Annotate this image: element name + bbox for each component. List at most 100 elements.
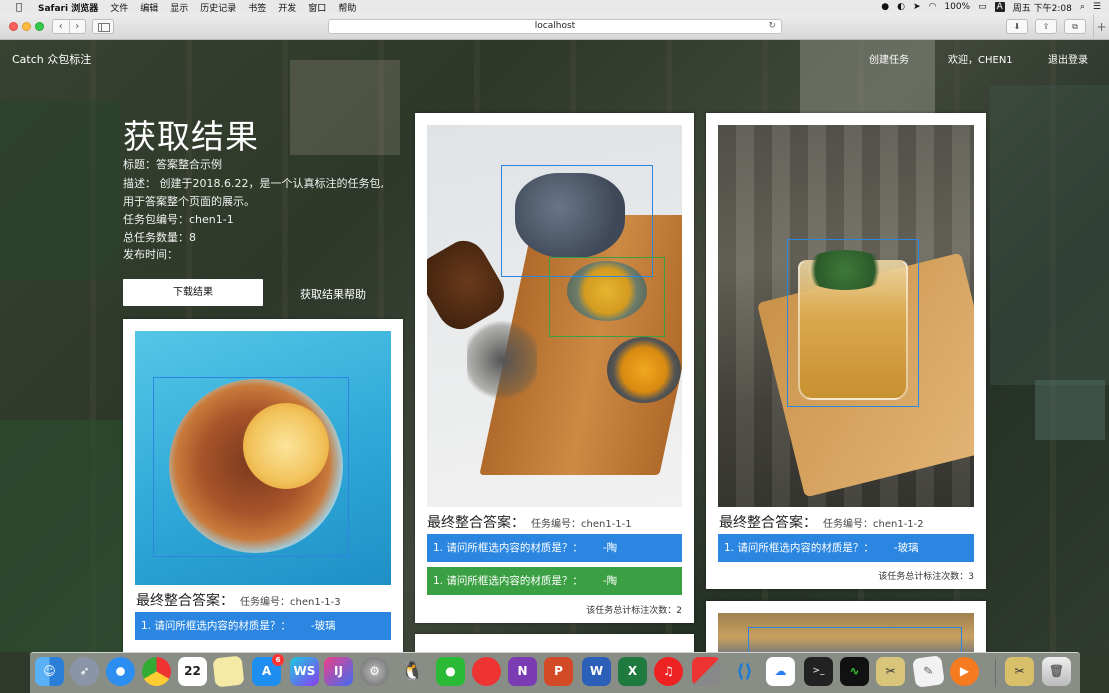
teacup-bottom: [607, 337, 681, 403]
annotation-box[interactable]: [549, 257, 665, 337]
window-minimize-button[interactable]: [22, 22, 31, 31]
apple-menu-icon[interactable]: : [12, 2, 26, 13]
answer-row[interactable]: 1. 请问所框选内容的材质是？： -玻璃: [718, 534, 974, 562]
downloads-icon[interactable]: ⬇: [1006, 19, 1028, 34]
dock-separator: [995, 659, 996, 687]
search-icon[interactable]: ⌕: [1080, 2, 1085, 12]
notes-icon[interactable]: [212, 655, 245, 688]
textedit-icon[interactable]: ✎: [912, 655, 945, 688]
menu-help[interactable]: 帮助: [338, 1, 356, 14]
location-icon[interactable]: ➤: [913, 2, 921, 12]
answer-row[interactable]: 1. 请问所框选内容的材质是？： -陶: [427, 567, 682, 595]
wifi-icon[interactable]: ◠: [929, 2, 937, 12]
menu-bookmarks[interactable]: 书签: [248, 1, 266, 14]
share-icon[interactable]: ⇪: [1035, 19, 1057, 34]
parallels-icon[interactable]: [692, 657, 721, 686]
input-source-icon[interactable]: A: [994, 2, 1005, 12]
netease-music-icon[interactable]: ♫: [654, 657, 683, 686]
word-icon[interactable]: W: [582, 657, 611, 686]
answer-question: 1. 请问所框选内容的材质是？：: [724, 542, 874, 554]
answer-question: 1. 请问所框选内容的材质是？：: [141, 620, 291, 632]
download-results-button[interactable]: 下载结果: [123, 279, 263, 306]
mac-dock: ☺ ➶ 22 A6 WS IJ ⚙ 🐧 ● N P W X ♫ ⟨⟩ ☁ >_ …: [30, 652, 1080, 693]
paw-icon[interactable]: [472, 657, 501, 686]
total-tasks: 总任务数量：8: [123, 231, 196, 244]
result-card-partial[interactable]: [415, 634, 694, 652]
baidu-netdisk-icon[interactable]: ☁: [766, 657, 795, 686]
site-brand[interactable]: Catch 众包标注: [12, 51, 91, 67]
url-text: localhost: [534, 21, 576, 31]
annotation-box[interactable]: [153, 377, 349, 557]
welcome-user-link[interactable]: 欢迎，CHEN1: [948, 51, 1013, 66]
result-card[interactable]: 最终整合答案： 任务编号：chen1-1-2 1. 请问所框选内容的材质是？： -玻…: [706, 113, 986, 589]
activity-monitor-icon[interactable]: ∿: [840, 657, 869, 686]
menu-app-name[interactable]: Safari 浏览器: [38, 1, 98, 14]
task-number: 任务编号：chen1-1-2: [823, 519, 924, 530]
webstorm-icon[interactable]: WS: [290, 657, 319, 686]
chrome-icon[interactable]: [142, 657, 171, 686]
powerpoint-icon[interactable]: P: [544, 657, 573, 686]
app-store-badge: 6: [272, 654, 284, 666]
result-card[interactable]: 最终整合答案： 任务编号：chen1-1-1 1. 请问所框选内容的材质是？： -陶…: [415, 113, 694, 623]
result-card-partial[interactable]: [706, 601, 986, 652]
wechat-icon[interactable]: ●: [436, 657, 465, 686]
menu-edit[interactable]: 编辑: [140, 1, 158, 14]
back-button[interactable]: ‹: [53, 20, 69, 33]
results-help-link[interactable]: 获取结果帮助: [300, 286, 366, 302]
history-nav: ‹ ›: [52, 19, 86, 34]
answer-value: -玻璃: [893, 542, 919, 554]
vscode-icon[interactable]: ⟨⟩: [730, 657, 759, 686]
background-building: [290, 60, 400, 155]
terminal-icon[interactable]: >_: [804, 657, 833, 686]
sidebar-toggle-icon[interactable]: [92, 19, 114, 34]
safari-icon[interactable]: [106, 657, 135, 686]
new-tab-button[interactable]: +: [1093, 14, 1109, 40]
infuse-icon[interactable]: ▶: [950, 657, 979, 686]
qq-icon[interactable]: 🐧: [398, 657, 427, 686]
background-rooftop: [990, 85, 1109, 385]
answer-row[interactable]: 1. 请问所框选内容的材质是？： -陶: [427, 534, 682, 562]
archive-icon[interactable]: ✂: [1005, 657, 1034, 686]
annotation-box[interactable]: [787, 239, 919, 407]
qq-status-icon[interactable]: ◐: [897, 2, 905, 12]
task-image: [135, 331, 391, 585]
logout-link[interactable]: 退出登录: [1048, 51, 1088, 66]
window-close-button[interactable]: [9, 22, 18, 31]
menu-develop[interactable]: 开发: [278, 1, 296, 14]
window-zoom-button[interactable]: [35, 22, 44, 31]
trash-icon[interactable]: 🗑: [1042, 657, 1071, 686]
forward-button[interactable]: ›: [68, 20, 86, 33]
menu-view[interactable]: 显示: [170, 1, 188, 14]
wechat-status-icon[interactable]: ●: [881, 2, 889, 12]
onenote-icon[interactable]: N: [508, 657, 537, 686]
result-card[interactable]: 最终整合答案： 任务编号：chen1-1-3 1. 请问所框选内容的材质是？： -玻…: [123, 319, 403, 652]
reload-icon[interactable]: ↻: [768, 20, 776, 33]
safari-toolbar: ‹ › localhost ↻ ⬇ ⇪ ⧉ +: [0, 14, 1109, 40]
background-tree-area: [0, 100, 120, 280]
menu-file[interactable]: 文件: [110, 1, 128, 14]
task-image: [427, 125, 682, 507]
launchpad-icon[interactable]: ➶: [70, 657, 99, 686]
calendar-icon[interactable]: 22: [178, 657, 207, 686]
system-preferences-icon[interactable]: ⚙: [360, 657, 389, 686]
create-task-link[interactable]: 创建任务: [869, 51, 909, 66]
notification-center-icon[interactable]: ☰: [1093, 2, 1101, 12]
final-answer-heading: 最终整合答案： 任务编号：chen1-1-2: [719, 512, 924, 532]
answer-row[interactable]: 1. 请问所框选内容的材质是？： -玻璃: [135, 612, 391, 640]
annotation-box[interactable]: [748, 627, 962, 652]
address-bar[interactable]: localhost ↻: [328, 19, 782, 34]
menu-window[interactable]: 窗口: [308, 1, 326, 14]
clock-text[interactable]: 周五 下午2:08: [1013, 1, 1072, 14]
final-answer-heading: 最终整合答案： 任务编号：chen1-1-1: [427, 512, 632, 532]
battery-text[interactable]: 100%: [944, 2, 970, 12]
excel-icon[interactable]: X: [618, 657, 647, 686]
intellij-icon[interactable]: IJ: [324, 657, 353, 686]
answer-question: 1. 请问所框选内容的材质是？：: [433, 575, 583, 587]
finder-icon[interactable]: ☺: [35, 657, 64, 686]
task-number: 任务编号：chen1-1-3: [240, 597, 341, 608]
app-store-icon[interactable]: A6: [252, 654, 284, 686]
battery-icon[interactable]: ▭: [978, 2, 987, 12]
tabs-overview-icon[interactable]: ⧉: [1064, 19, 1086, 34]
menu-history[interactable]: 历史记录: [200, 1, 236, 14]
screenshot-icon[interactable]: ✂: [876, 657, 905, 686]
